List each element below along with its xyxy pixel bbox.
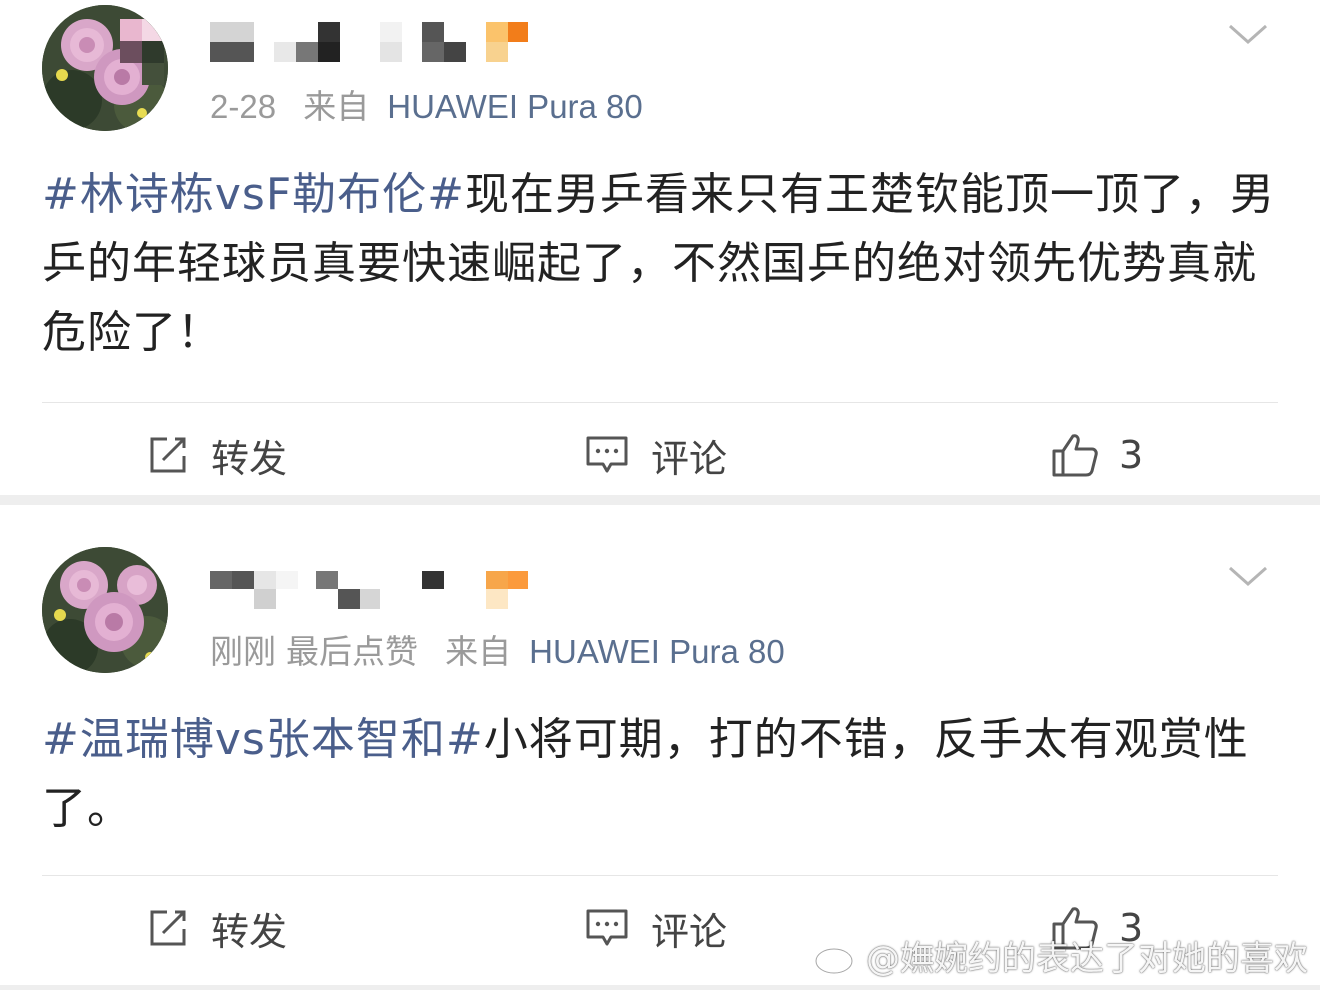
- comment-label: 评论: [651, 436, 728, 481]
- post-time: 2-28: [210, 88, 277, 125]
- like-count: 3: [1119, 433, 1144, 477]
- repost-label: 转发: [211, 909, 288, 954]
- feed-separator: [0, 985, 1320, 990]
- comment-bubble-icon: [586, 436, 628, 473]
- source-label: 来自: [303, 88, 370, 125]
- weibo-post: 刚刚 最后点赞 来自 HUAWEI Pura 80 #温瑞博vs张本智和#小将可期，…: [0, 505, 1320, 985]
- comment-button[interactable]: 评论: [585, 898, 727, 958]
- weibo-post: 2-28 来自 HUAWEI Pura 80 #林诗栋vsF勒布伦#现在男乒看来只…: [0, 0, 1320, 495]
- feed-separator: [0, 495, 1320, 505]
- chrysanthemum-avatar-icon[interactable]: [42, 547, 168, 673]
- post-time: 刚刚: [210, 633, 276, 670]
- pixelated-username[interactable]: [210, 565, 540, 613]
- repost-label: 转发: [211, 436, 288, 481]
- topic-tag-link[interactable]: #林诗栋vsF勒布伦#: [42, 169, 465, 220]
- chevron-down-icon[interactable]: [1228, 564, 1268, 588]
- repost-edit-icon: [150, 437, 186, 473]
- weibo-logo-icon: [814, 941, 858, 974]
- topic-tag-link[interactable]: #温瑞博vs张本智和#: [42, 714, 484, 765]
- post-content: #林诗栋vsF勒布伦#现在男乒看来只有王楚钦能顶一顶了，男乒的年轻球员真要快速崛…: [42, 160, 1278, 367]
- comment-label: 评论: [651, 909, 728, 954]
- source-label: 来自: [445, 633, 512, 670]
- action-bar: 转发 评论 3: [0, 425, 1320, 485]
- repost-button[interactable]: 转发: [147, 425, 287, 485]
- repost-button[interactable]: 转发: [147, 898, 287, 958]
- watermark-text: @嫵婉约的表达了对她的喜欢: [866, 939, 1308, 979]
- chrysanthemum-avatar-icon[interactable]: [42, 5, 168, 131]
- comment-bubble-icon: [586, 909, 628, 946]
- last-liked-note: 最后点赞: [286, 633, 418, 670]
- divider: [42, 402, 1278, 403]
- device-source-link[interactable]: HUAWEI Pura 80: [529, 633, 785, 670]
- post-meta: 2-28 来自 HUAWEI Pura 80: [210, 80, 643, 128]
- thumbs-up-icon: [1052, 434, 1098, 477]
- repost-edit-icon: [150, 910, 186, 946]
- device-source-link[interactable]: HUAWEI Pura 80: [387, 88, 643, 125]
- watermark: @嫵婉约的表达了对她的喜欢: [814, 931, 1308, 980]
- chevron-down-icon[interactable]: [1228, 22, 1268, 46]
- post-meta: 刚刚 最后点赞 来自 HUAWEI Pura 80: [210, 625, 785, 673]
- comment-button[interactable]: 评论: [585, 425, 727, 485]
- divider: [42, 875, 1278, 876]
- pixelated-username[interactable]: [210, 20, 540, 68]
- post-content: #温瑞博vs张本智和#小将可期，打的不错，反手太有观赏性了。: [42, 705, 1278, 843]
- like-button[interactable]: 3: [1051, 425, 1143, 485]
